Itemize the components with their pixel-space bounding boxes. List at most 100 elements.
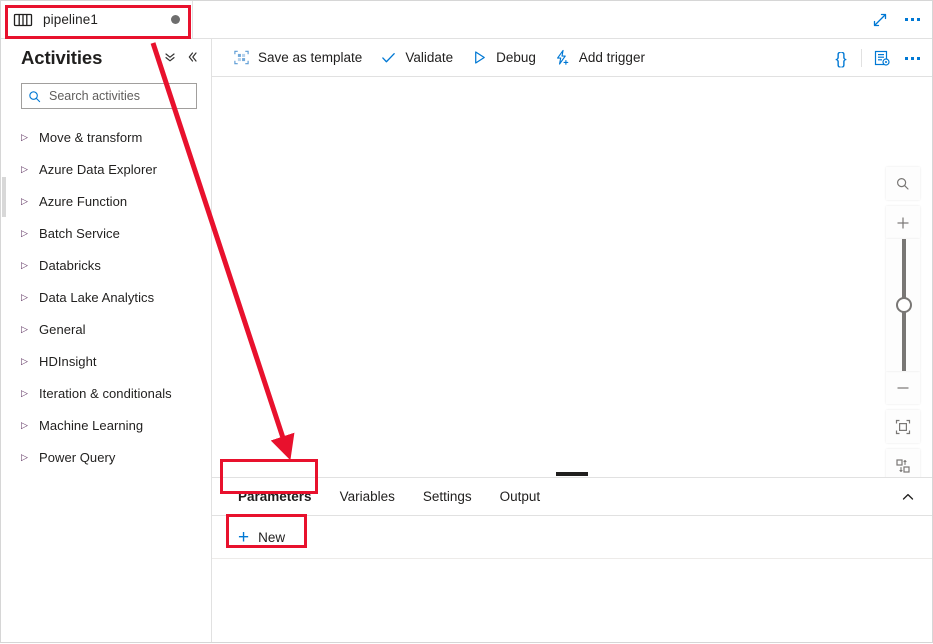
code-braces-icon[interactable]: {} <box>827 44 855 72</box>
chevron-right-icon: ▷ <box>21 389 35 398</box>
zoom-search-icon[interactable] <box>886 167 920 200</box>
activity-category-label: General <box>39 322 86 337</box>
bottom-panel-collapse <box>894 478 922 516</box>
tab-label: Settings <box>423 489 472 504</box>
bottom-panel-tabs: Parameters Variables Settings Output <box>212 478 932 516</box>
tab-label: Output <box>500 489 541 504</box>
debug-label: Debug <box>496 50 536 65</box>
collapse-all-icon[interactable] <box>163 50 177 66</box>
add-trigger-button[interactable]: Add trigger <box>545 43 654 73</box>
activity-category-hdinsight[interactable]: ▷ HDInsight <box>1 345 211 377</box>
zoom-slider-handle[interactable] <box>896 297 912 313</box>
save-as-template-label: Save as template <box>258 50 362 65</box>
zoom-out-icon[interactable] <box>886 371 920 404</box>
validate-label: Validate <box>405 50 453 65</box>
tab-variables[interactable]: Variables <box>326 478 409 515</box>
activity-category-label: Data Lake Analytics <box>39 290 154 305</box>
activity-category-machine-learning[interactable]: ▷ Machine Learning <box>1 409 211 441</box>
tab-label: Variables <box>340 489 395 504</box>
tab-settings[interactable]: Settings <box>409 478 486 515</box>
pipeline-tab[interactable]: pipeline1 <box>1 1 193 38</box>
activity-category-label: Iteration & conditionals <box>39 386 172 401</box>
pipeline-editor-window: pipeline1 Activities <box>0 0 933 643</box>
ellipsis-glyph <box>905 57 920 60</box>
activity-category-iteration-conditionals[interactable]: ▷ Iteration & conditionals <box>1 377 211 409</box>
toolbar-right-actions: {} <box>827 39 926 77</box>
zoom-in-icon[interactable] <box>886 206 920 239</box>
parameters-pane: + New <box>212 516 932 642</box>
activities-list: ▷ Move & transform ▷ Azure Data Explorer… <box>1 121 211 473</box>
pipeline-tab-label: pipeline1 <box>43 12 165 27</box>
chevron-right-icon: ▷ <box>21 261 35 270</box>
pipeline-icon <box>13 12 33 28</box>
tab-label: Parameters <box>238 489 312 504</box>
save-as-template-icon <box>233 49 250 66</box>
checkmark-icon <box>380 49 397 66</box>
code-braces-glyph: {} <box>835 50 846 67</box>
activity-category-general[interactable]: ▷ General <box>1 313 211 345</box>
activity-category-label: Azure Function <box>39 194 127 209</box>
activity-category-power-query[interactable]: ▷ Power Query <box>1 441 211 473</box>
new-parameter-button[interactable]: + New <box>228 522 295 552</box>
chevron-right-icon: ▷ <box>21 453 35 462</box>
activity-category-label: Machine Learning <box>39 418 143 433</box>
activity-category-move-transform[interactable]: ▷ Move & transform <box>1 121 211 153</box>
chevron-right-icon: ▷ <box>21 421 35 430</box>
pipeline-bottom-panel: Parameters Variables Settings Output <box>212 477 932 642</box>
search-icon <box>28 90 41 103</box>
plus-icon: + <box>238 528 249 547</box>
zoom-slider[interactable] <box>886 239 920 371</box>
main-area: Save as template Validate Debug A <box>212 39 932 642</box>
chevron-right-icon: ▷ <box>21 197 35 206</box>
scrollbar-thumb[interactable] <box>2 177 6 217</box>
chevron-up-icon[interactable] <box>894 483 922 511</box>
activities-header: Activities <box>1 39 211 77</box>
activity-category-databricks[interactable]: ▷ Databricks <box>1 249 211 281</box>
tab-output[interactable]: Output <box>486 478 555 515</box>
activities-scrollbar[interactable] <box>1 39 6 642</box>
more-icon[interactable] <box>898 44 926 72</box>
zoom-to-fit-icon[interactable] <box>886 410 920 443</box>
activity-category-label: Databricks <box>39 258 101 273</box>
chevron-right-icon: ▷ <box>21 325 35 334</box>
unsaved-changes-dot <box>171 15 180 24</box>
auto-align-icon[interactable] <box>886 449 920 477</box>
debug-button[interactable]: Debug <box>462 43 545 73</box>
save-as-template-button[interactable]: Save as template <box>224 43 371 73</box>
pipeline-canvas[interactable] <box>212 77 932 477</box>
activity-category-azure-data-explorer[interactable]: ▷ Azure Data Explorer <box>1 153 211 185</box>
lightning-plus-icon <box>554 49 571 66</box>
activity-category-label: Azure Data Explorer <box>39 162 157 177</box>
chevron-right-icon: ▷ <box>21 133 35 142</box>
activity-category-label: Power Query <box>39 450 115 465</box>
chevron-right-icon: ▷ <box>21 229 35 238</box>
activities-panel: Activities <box>1 39 212 642</box>
search-input[interactable] <box>47 88 190 104</box>
play-icon <box>471 49 488 66</box>
panel-resize-handle[interactable] <box>556 472 588 476</box>
more-icon[interactable] <box>898 6 926 34</box>
activity-category-batch-service[interactable]: ▷ Batch Service <box>1 217 211 249</box>
tabstrip-actions <box>866 1 926 38</box>
activity-category-label: HDInsight <box>39 354 97 369</box>
collapse-panel-icon[interactable] <box>185 50 199 66</box>
activity-category-azure-function[interactable]: ▷ Azure Function <box>1 185 211 217</box>
toolbar-divider <box>861 49 862 67</box>
ellipsis-glyph <box>905 18 920 21</box>
new-button-label: New <box>258 530 285 545</box>
activity-category-label: Move & transform <box>39 130 142 145</box>
chevron-right-icon: ▷ <box>21 165 35 174</box>
expand-icon[interactable] <box>866 6 894 34</box>
pipeline-tabstrip: pipeline1 <box>1 1 932 39</box>
search-activities-box[interactable] <box>21 83 197 109</box>
activity-category-data-lake-analytics[interactable]: ▷ Data Lake Analytics <box>1 281 211 313</box>
activity-category-label: Batch Service <box>39 226 120 241</box>
parameters-toolbar: + New <box>212 516 932 559</box>
chevron-right-icon: ▷ <box>21 357 35 366</box>
validate-button[interactable]: Validate <box>371 43 462 73</box>
add-trigger-label: Add trigger <box>579 50 645 65</box>
canvas-zoom-controls <box>886 167 920 477</box>
chevron-right-icon: ▷ <box>21 293 35 302</box>
tab-parameters[interactable]: Parameters <box>224 478 326 515</box>
properties-icon[interactable] <box>868 44 896 72</box>
